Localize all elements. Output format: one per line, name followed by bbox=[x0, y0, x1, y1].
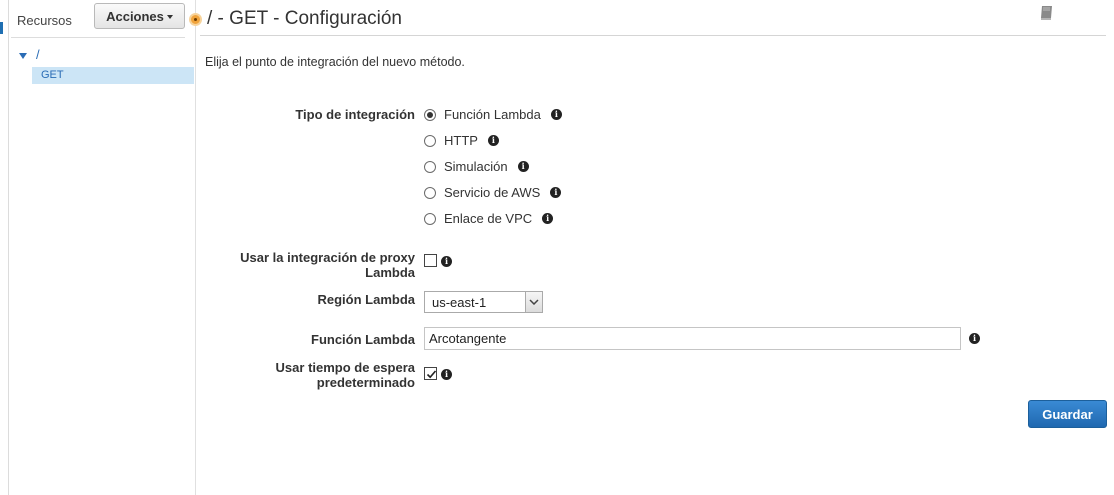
instruction-text: Elija el punto de integración del nuevo … bbox=[205, 55, 465, 69]
radio-lambda-function[interactable]: Función Lambda i bbox=[424, 107, 562, 122]
radio-aws-service[interactable]: Servicio de AWS i bbox=[424, 185, 562, 200]
tree-expand-icon[interactable] bbox=[19, 53, 27, 59]
lambda-function-input[interactable] bbox=[424, 327, 961, 350]
radio-http[interactable]: HTTP i bbox=[424, 133, 499, 148]
proxy-label-line2: Lambda bbox=[365, 265, 415, 280]
radio-label: Función Lambda bbox=[444, 107, 541, 122]
radio-vpc-link[interactable]: Enlace de VPC i bbox=[424, 211, 554, 226]
radio-button[interactable] bbox=[424, 212, 436, 225]
default-timeout-label: Usar tiempo de espera predeterminado bbox=[276, 360, 415, 390]
integration-type-label: Tipo de integración bbox=[295, 107, 415, 122]
info-icon[interactable]: i bbox=[550, 187, 562, 198]
save-button[interactable]: Guardar bbox=[1028, 400, 1107, 428]
left-edge-divider bbox=[8, 0, 9, 495]
proxy-integration-label: Usar la integración de proxy Lambda bbox=[240, 250, 415, 280]
resources-separator bbox=[11, 37, 185, 38]
radio-button[interactable] bbox=[424, 160, 436, 173]
tree-item-get-method[interactable]: GET bbox=[32, 67, 194, 84]
info-icon[interactable]: i bbox=[441, 369, 452, 380]
radio-button[interactable] bbox=[424, 186, 436, 199]
proxy-label-line1: Usar la integración de proxy bbox=[240, 250, 415, 265]
resources-title: Recursos bbox=[17, 13, 72, 28]
radio-label: Servicio de AWS bbox=[444, 185, 541, 200]
resize-handle-icon[interactable] bbox=[189, 13, 202, 26]
actions-dropdown-button[interactable]: Acciones bbox=[94, 3, 185, 29]
radio-label: Enlace de VPC bbox=[444, 211, 533, 226]
radio-button-selected[interactable] bbox=[424, 108, 436, 121]
timeout-label-line1: Usar tiempo de espera bbox=[275, 360, 415, 375]
info-icon[interactable]: i bbox=[542, 213, 554, 224]
page-title: / - GET - Configuración bbox=[207, 8, 403, 29]
left-edge-marker bbox=[0, 22, 3, 34]
radio-label: Simulación bbox=[444, 159, 508, 174]
radio-button[interactable] bbox=[424, 134, 436, 147]
header-underline bbox=[200, 35, 1106, 36]
radio-simulation[interactable]: Simulación i bbox=[424, 159, 529, 174]
lambda-region-label: Región Lambda bbox=[317, 292, 415, 307]
info-icon[interactable]: i bbox=[517, 161, 529, 172]
lambda-function-label: Función Lambda bbox=[311, 332, 415, 347]
default-timeout-checkbox[interactable] bbox=[424, 367, 437, 380]
caret-down-icon bbox=[166, 15, 173, 19]
region-selected-value: us-east-1 bbox=[432, 294, 487, 310]
proxy-integration-checkbox[interactable] bbox=[424, 254, 437, 267]
info-icon[interactable]: i bbox=[441, 256, 452, 267]
chevron-down-icon[interactable] bbox=[525, 292, 542, 312]
radio-label: HTTP bbox=[444, 133, 478, 148]
tree-item-root[interactable]: / bbox=[36, 47, 40, 62]
info-icon[interactable]: i bbox=[969, 333, 980, 344]
info-icon[interactable]: i bbox=[550, 109, 562, 120]
actions-label: Acciones bbox=[106, 8, 164, 24]
panel-divider bbox=[195, 0, 196, 495]
timeout-label-line2: predeterminado bbox=[316, 375, 415, 390]
book-icon[interactable] bbox=[1038, 4, 1056, 22]
checkmark-icon bbox=[426, 370, 437, 379]
info-icon[interactable]: i bbox=[487, 135, 499, 146]
lambda-region-select[interactable]: us-east-1 bbox=[424, 291, 543, 313]
